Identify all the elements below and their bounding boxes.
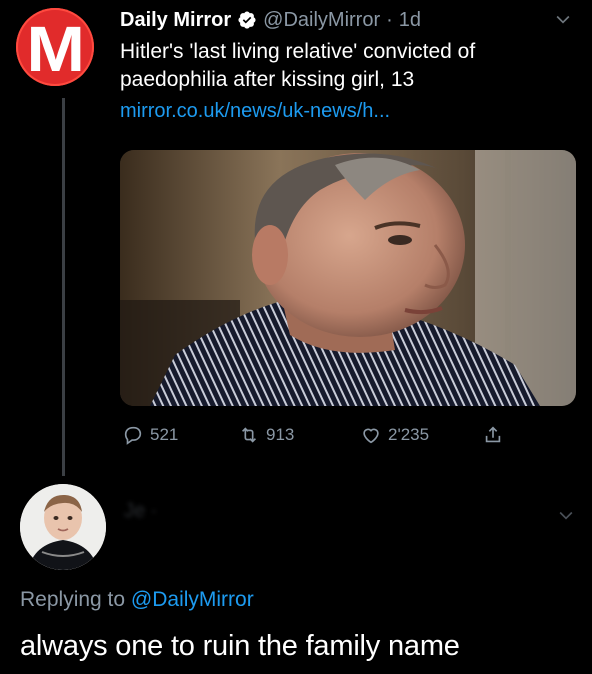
tweet-actions: 521 913 2'235 <box>120 420 520 450</box>
share-action[interactable] <box>482 420 504 450</box>
retweet-icon <box>241 427 257 443</box>
verified-badge-icon <box>237 10 257 30</box>
share-icon <box>485 426 501 443</box>
like-count: 2'235 <box>388 425 430 444</box>
tweet-header: Daily Mirror @DailyMirror · 1d <box>120 6 421 34</box>
replying-mention[interactable]: @DailyMirror <box>131 588 254 611</box>
replying-prefix: Replying to <box>20 588 131 611</box>
reply-action[interactable]: 521 <box>122 420 178 450</box>
avatar-logo-letter: M <box>26 13 86 85</box>
retweet-count: 913 <box>266 425 295 444</box>
thread-line <box>62 98 65 476</box>
heart-icon <box>363 428 379 444</box>
tweet-text: Hitler's 'last living relative' convicte… <box>120 40 476 91</box>
chevron-down-icon[interactable] <box>553 9 573 29</box>
replying-to: Replying to @DailyMirror <box>20 588 254 612</box>
reply-icon <box>124 426 142 445</box>
tweet-photo[interactable] <box>120 150 576 406</box>
chevron-down-icon[interactable] <box>556 505 576 525</box>
handle[interactable]: @DailyMirror <box>263 9 380 32</box>
daily-mirror-avatar[interactable]: M <box>16 8 94 86</box>
reply-user-name-redacted: Je · <box>124 500 158 522</box>
separator-dot: · <box>386 8 393 31</box>
display-name[interactable]: Daily Mirror <box>120 9 231 32</box>
timestamp[interactable]: 1d <box>399 9 421 32</box>
like-action[interactable]: 2'235 <box>360 420 429 450</box>
reply-count: 521 <box>150 425 179 444</box>
reply-user-avatar[interactable] <box>20 484 106 570</box>
retweet-action[interactable]: 913 <box>238 420 294 450</box>
tweet-link[interactable]: mirror.co.uk/news/uk-news/h... <box>120 98 390 124</box>
reply-text: always one to ruin the family name <box>20 630 460 662</box>
